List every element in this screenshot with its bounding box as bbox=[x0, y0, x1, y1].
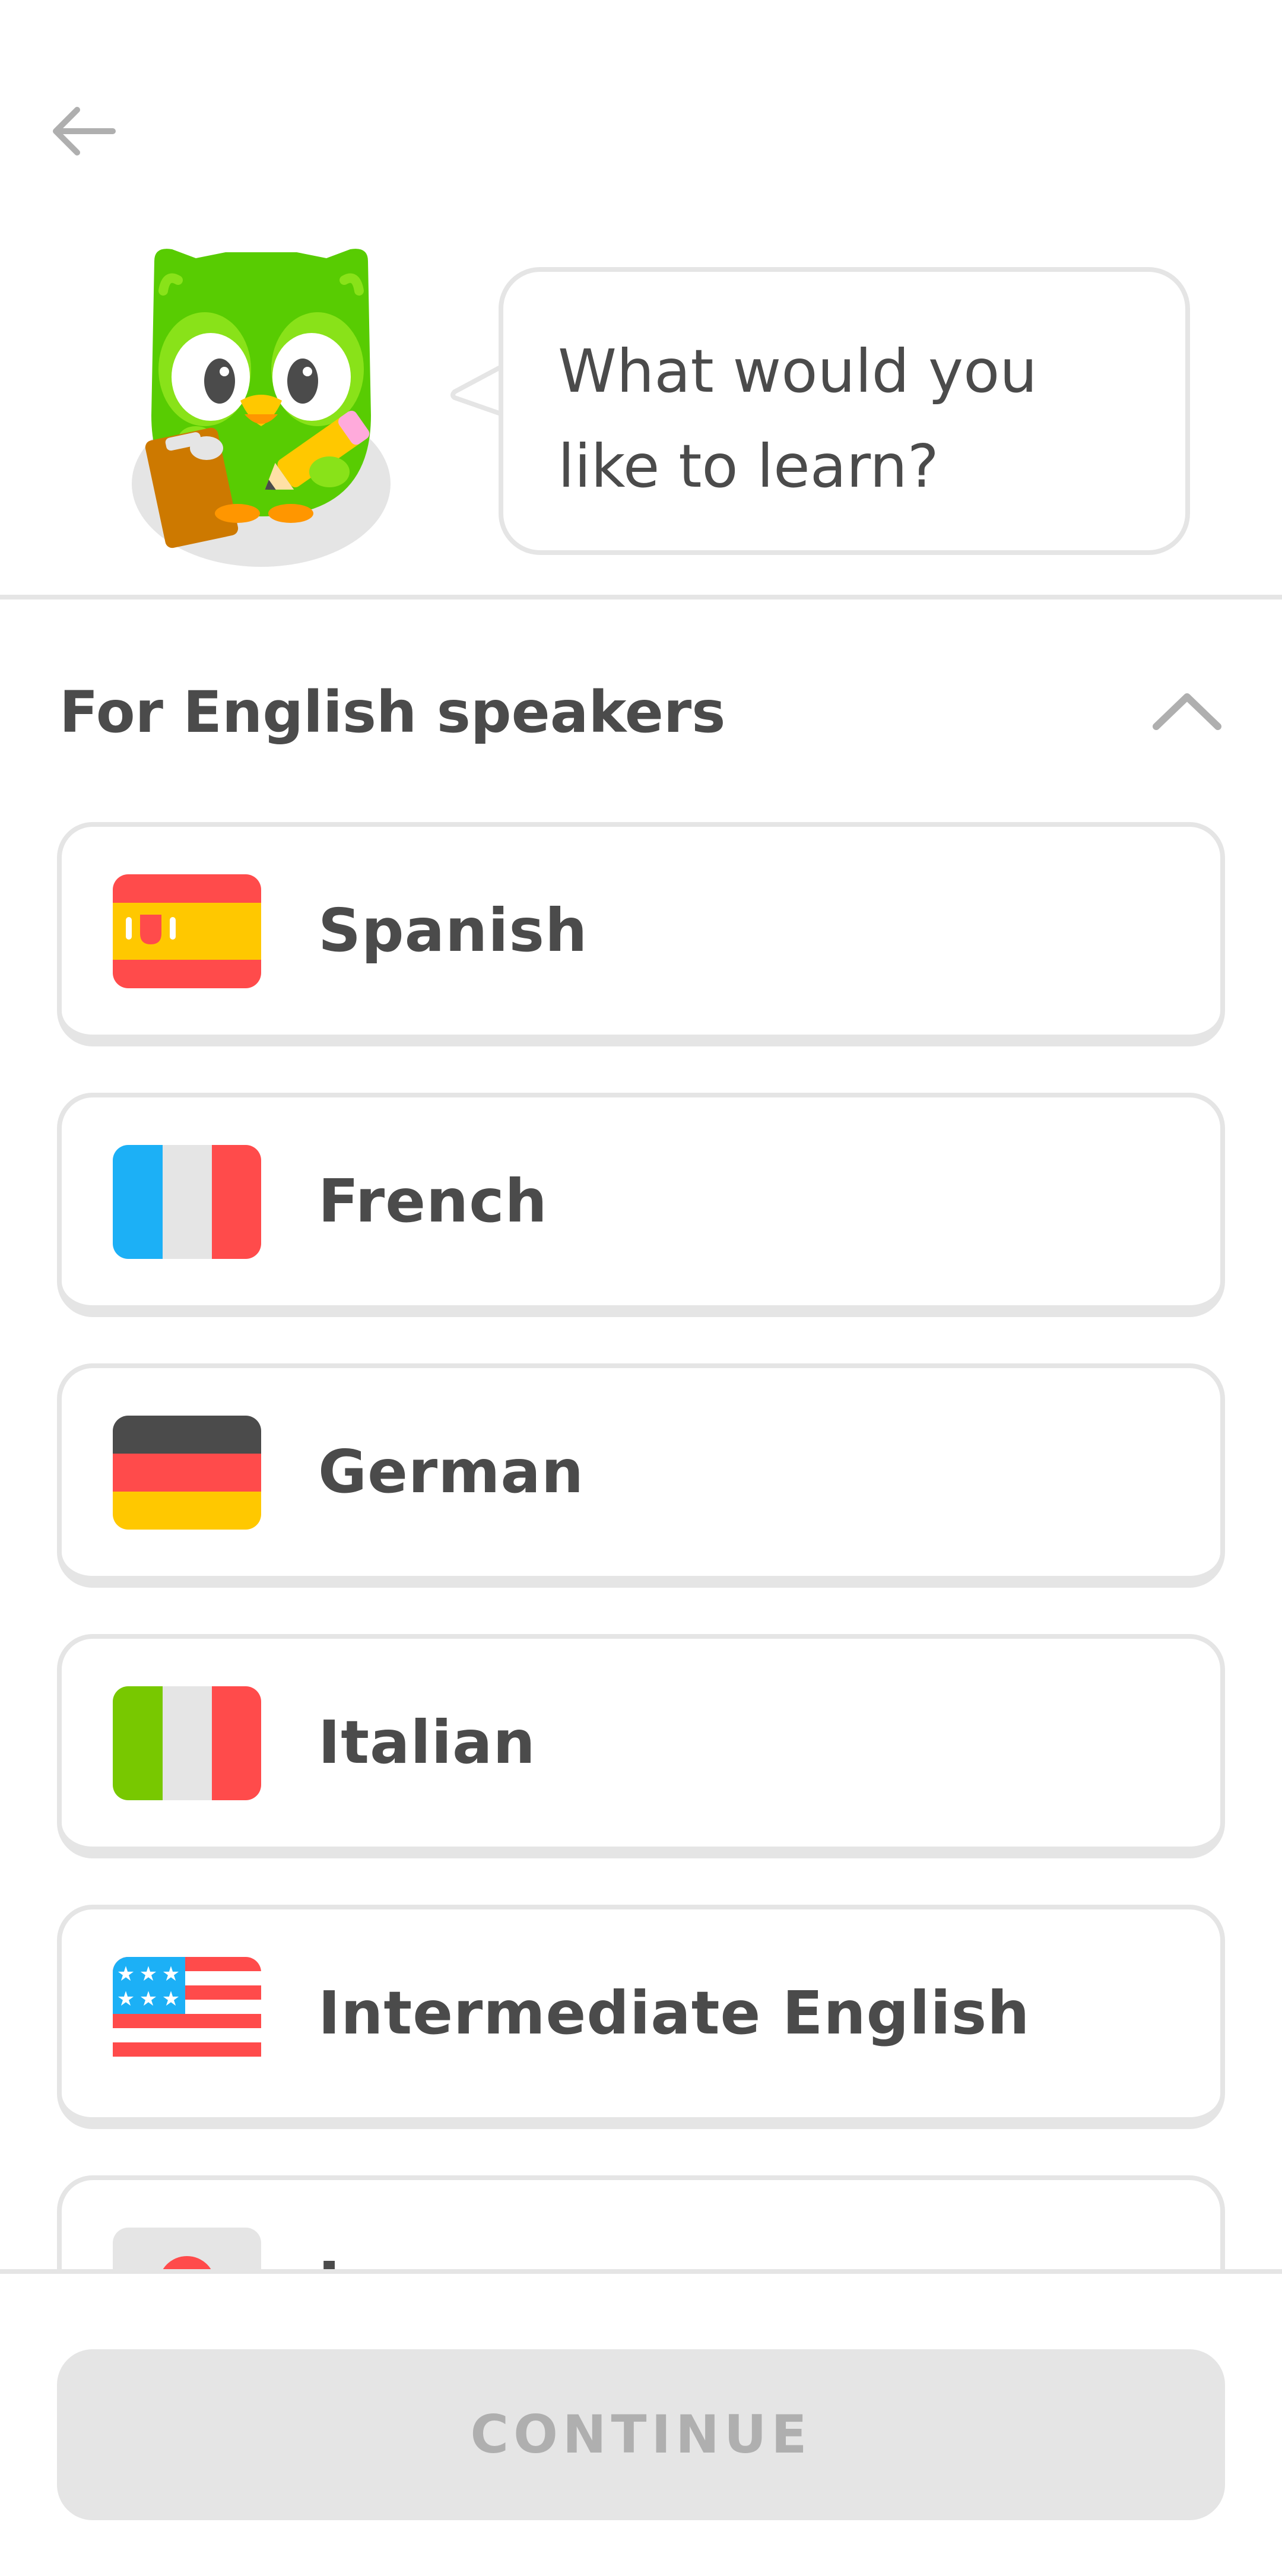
back-button[interactable] bbox=[38, 89, 133, 184]
language-list[interactable]: Spanish French German Italian ★ ★ ★ ★ ★ … bbox=[57, 822, 1225, 2269]
italy-flag-icon bbox=[113, 1686, 261, 1800]
language-option-intermediate-english[interactable]: ★ ★ ★ ★ ★ ★ Intermediate English bbox=[57, 1905, 1225, 2129]
arrow-left-icon bbox=[53, 107, 116, 156]
language-name: Spanish bbox=[318, 896, 588, 965]
owl-mascot bbox=[119, 237, 404, 582]
japan-flag-icon bbox=[113, 2228, 261, 2269]
language-name: German bbox=[318, 1437, 585, 1506]
svg-text:★: ★ bbox=[162, 1987, 180, 2011]
svg-text:★: ★ bbox=[139, 1962, 157, 1986]
svg-text:★: ★ bbox=[162, 1962, 180, 1986]
language-option-french[interactable]: French bbox=[57, 1093, 1225, 1317]
continue-button[interactable]: CONTINUE bbox=[57, 2349, 1225, 2520]
prompt-text: What would you like to learn? bbox=[558, 337, 1037, 501]
section-header[interactable]: For English speakers bbox=[59, 671, 1223, 754]
divider bbox=[0, 2269, 1282, 2274]
language-name: J bbox=[318, 2180, 341, 2269]
svg-text:★: ★ bbox=[117, 1962, 135, 1986]
language-selection-screen: What would you like to learn? For Englis… bbox=[0, 0, 1282, 2576]
divider bbox=[0, 595, 1282, 599]
language-option-italian[interactable]: Italian bbox=[57, 1634, 1225, 1858]
language-option-japanese[interactable]: J bbox=[57, 2175, 1225, 2269]
france-flag-icon bbox=[113, 1145, 261, 1259]
speech-bubble: What would you like to learn? bbox=[499, 267, 1190, 555]
language-name: Intermediate English bbox=[318, 1978, 1030, 2048]
language-name: French bbox=[318, 1166, 548, 1236]
language-option-spanish[interactable]: Spanish bbox=[57, 822, 1225, 1046]
germany-flag-icon bbox=[113, 1416, 261, 1530]
collapse-button[interactable] bbox=[1151, 683, 1223, 742]
svg-text:★: ★ bbox=[117, 1987, 135, 2011]
spain-flag-icon bbox=[113, 874, 261, 988]
chevron-up-icon bbox=[1153, 693, 1221, 730]
language-option-german[interactable]: German bbox=[57, 1363, 1225, 1588]
usa-flag-icon: ★ ★ ★ ★ ★ ★ bbox=[113, 1957, 261, 2071]
svg-text:★: ★ bbox=[139, 1987, 157, 2011]
section-title: For English speakers bbox=[59, 679, 726, 745]
language-name: Italian bbox=[318, 1708, 536, 1777]
